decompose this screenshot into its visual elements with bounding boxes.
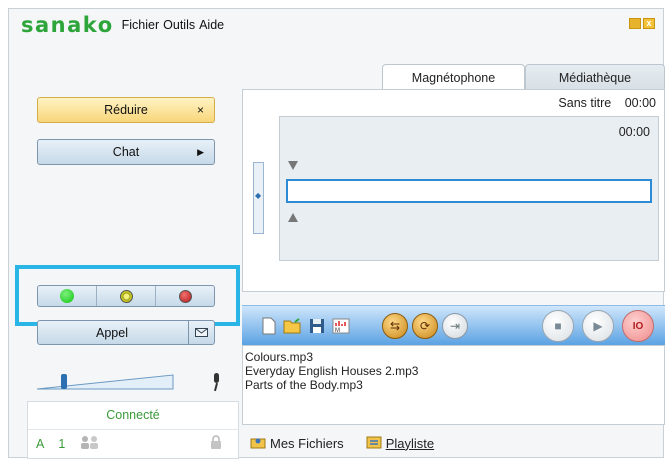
playlist-icon xyxy=(366,435,382,452)
shuffle-icon[interactable]: ⇆ xyxy=(382,313,408,339)
new-file-icon[interactable] xyxy=(258,314,280,338)
recorder-panel: Sans titre 00:00 ◆ 00:00 xyxy=(242,89,665,292)
user-folder-icon xyxy=(250,435,266,452)
title-bar: sanako Fichier Outils Aide x xyxy=(9,9,663,41)
appel-button[interactable]: Appel xyxy=(37,320,215,345)
green-status-dot-icon xyxy=(60,289,74,303)
tab-mes-fichiers[interactable]: Mes Fichiers xyxy=(250,435,344,452)
microphone-icon[interactable] xyxy=(211,373,221,397)
status-red-button[interactable] xyxy=(156,286,214,306)
lock-icon xyxy=(210,435,222,452)
record-button[interactable]: IO xyxy=(622,310,654,342)
menu-bar: Fichier Outils Aide xyxy=(122,18,229,32)
window-controls: x xyxy=(629,18,655,29)
export-icon[interactable]: ⇥ xyxy=(442,313,468,339)
red-status-dot-icon xyxy=(178,289,192,303)
menu-fichier[interactable]: Fichier xyxy=(122,18,160,32)
chat-button[interactable]: Chat ▶ xyxy=(37,139,215,165)
close-icon: × xyxy=(196,103,204,117)
appel-label: Appel xyxy=(96,325,128,340)
start-marker-icon[interactable] xyxy=(288,161,298,170)
waveform-area[interactable]: 00:00 xyxy=(279,116,659,261)
connection-status: Connecté xyxy=(106,408,160,422)
close-button[interactable]: x xyxy=(643,18,655,29)
recording-title-line: Sans titre 00:00 xyxy=(548,96,656,110)
tab-mes-fichiers-label: Mes Fichiers xyxy=(270,435,344,451)
play-button[interactable]: ▶ xyxy=(582,310,614,342)
reduire-button[interactable]: Réduire × xyxy=(37,97,215,123)
envelope-icon[interactable] xyxy=(188,321,214,344)
minimize-button[interactable] xyxy=(629,18,641,29)
player-toolbar: M ⇆ ⟳ ⇥ ■ ▶ IO xyxy=(242,305,665,345)
status-yellow-button[interactable] xyxy=(97,286,156,306)
recording-title: Sans titre xyxy=(558,96,612,110)
list-item[interactable]: Everyday English Houses 2.mp3 xyxy=(245,364,662,378)
status-green-button[interactable] xyxy=(38,286,97,306)
svg-text:M: M xyxy=(335,328,340,334)
open-folder-icon[interactable] xyxy=(282,314,304,338)
end-marker-icon[interactable] xyxy=(288,213,298,222)
status-light-bar xyxy=(37,285,215,307)
repeat-icon[interactable]: ⟳ xyxy=(412,313,438,339)
recording-time: 00:00 xyxy=(624,96,656,110)
menu-aide[interactable]: Aide xyxy=(199,18,224,32)
tab-playliste-label: Playliste xyxy=(385,435,435,451)
reduire-label: Réduire xyxy=(104,103,148,117)
audio-marker-icon[interactable]: M xyxy=(330,314,352,338)
save-icon[interactable] xyxy=(306,314,328,338)
list-item[interactable]: Parts of the Body.mp3 xyxy=(245,378,662,392)
chat-label: Chat xyxy=(112,145,140,159)
tab-magnetophone[interactable]: Magnétophone xyxy=(382,64,525,90)
connection-details-row: A 1 xyxy=(28,429,238,457)
stop-button[interactable]: ■ xyxy=(542,310,574,342)
connection-letter: A xyxy=(36,436,45,451)
volume-slider[interactable] xyxy=(35,371,175,391)
tab-playliste[interactable]: Playliste xyxy=(366,435,434,452)
connection-number: 1 xyxy=(58,436,66,451)
arrow-right-icon: ▶ xyxy=(197,146,204,157)
app-logo: sanako xyxy=(21,13,114,37)
menu-outils[interactable]: Outils xyxy=(163,18,195,32)
volume-slider-thumb xyxy=(61,374,67,389)
vertical-zoom-slider[interactable]: ◆ xyxy=(253,162,264,234)
users-icon xyxy=(79,435,101,452)
track-time: 00:00 xyxy=(618,125,650,139)
app-window: sanako Fichier Outils Aide x Réduire × C… xyxy=(8,8,665,459)
connection-panel: Connecté A 1 xyxy=(27,401,239,459)
bottom-tab-bar: Mes Fichiers Playliste xyxy=(242,429,665,457)
updown-arrow-icon: ◆ xyxy=(255,191,262,200)
yellow-status-dot-icon xyxy=(119,289,133,303)
audio-track[interactable] xyxy=(286,179,652,203)
tab-mediatheque[interactable]: Médiathèque xyxy=(525,64,665,90)
file-list: Colours.mp3 Everyday English Houses 2.mp… xyxy=(242,345,665,425)
list-item[interactable]: Colours.mp3 xyxy=(245,350,662,364)
